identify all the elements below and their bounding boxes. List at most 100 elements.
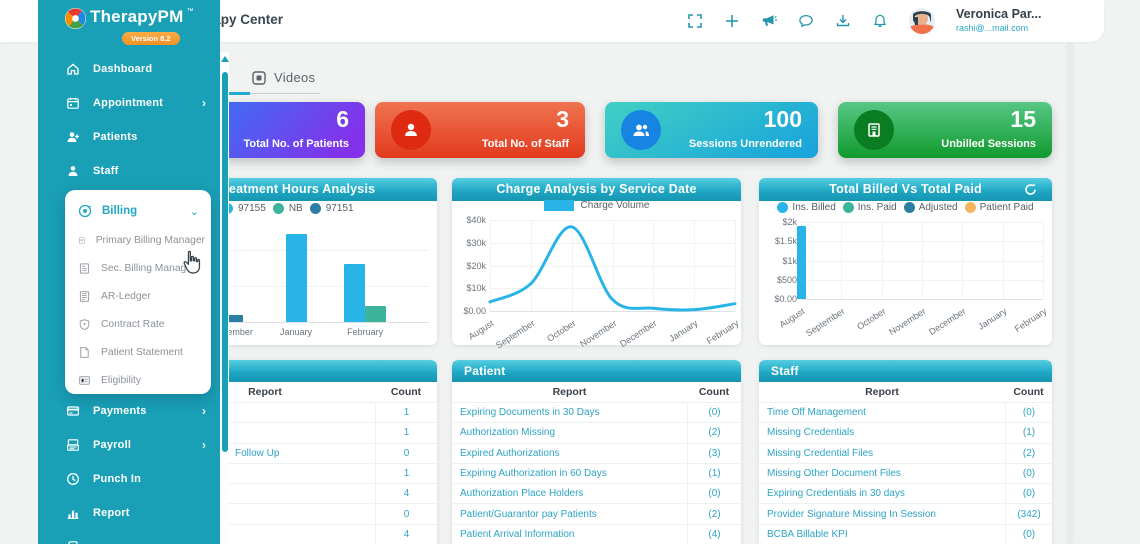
- legend-item-ins-billed[interactable]: Ins. Billed: [777, 202, 836, 213]
- table-row[interactable]: Authorization Missing (2): [452, 422, 741, 443]
- table-head: Report Count: [759, 382, 1052, 402]
- sidebar-item-patient-statement[interactable]: Patient Statement: [65, 338, 211, 366]
- legend-item-patient-paid[interactable]: Patient Paid: [964, 202, 1034, 213]
- report-link[interactable]: Expiring Credentials in 30 days: [759, 488, 1005, 499]
- table-row[interactable]: Missing Other Document Files (0): [759, 462, 1052, 484]
- gridline: [922, 222, 923, 299]
- sidebar-item-payroll[interactable]: Payroll ›: [38, 428, 220, 462]
- sidebar-item-appointment[interactable]: Appointment ›: [38, 86, 220, 120]
- stat-value: 15: [1010, 106, 1036, 132]
- report-count: (0): [1005, 463, 1052, 484]
- chevron-right-icon: ›: [202, 96, 206, 110]
- report-link[interactable]: Time Off Management: [759, 407, 1005, 418]
- sidebar-item-label: Punch In: [93, 473, 142, 485]
- app-logo[interactable]: TherapyPM ™: [64, 7, 193, 30]
- sidebar-item-contract-rate[interactable]: Contract Rate: [65, 310, 211, 338]
- legend-item-ins-paid[interactable]: Ins. Paid: [842, 202, 897, 213]
- table-row[interactable]: Provider Signature Missing In Session (34…: [759, 503, 1052, 524]
- table-row[interactable]: Missing Credentials (1): [759, 422, 1052, 443]
- sidebar-item-patients[interactable]: Patients: [38, 120, 220, 154]
- sidebar-subitem-label: Sec. Billing Manager: [101, 262, 196, 274]
- sidebar-item-payments[interactable]: Payments ›: [38, 394, 220, 428]
- report-count: (3): [687, 443, 741, 463]
- logo-tm: ™: [186, 8, 194, 15]
- sidebar-item-primary-billing-manager[interactable]: Primary Billing Manager: [65, 226, 211, 254]
- sidebar-item-ar-ledger[interactable]: AR-Ledger: [65, 282, 211, 310]
- table-row[interactable]: Expired Authorizations (3): [452, 442, 741, 463]
- sidebar-scrollbar-thumb[interactable]: [221, 72, 228, 452]
- table-row[interactable]: Authorization Place Holders (0): [452, 483, 741, 504]
- report-count: (0): [1005, 484, 1052, 504]
- report-link[interactable]: BCBA Billable KPI: [759, 529, 1005, 540]
- legend-label: Ins. Paid: [857, 202, 897, 213]
- legend-dot-icon: [309, 203, 321, 214]
- report-link[interactable]: Authorization Place Holders: [452, 488, 687, 499]
- table-row[interactable]: Patient/Guarantor pay Patients (2): [452, 503, 741, 524]
- legend-dot-icon: [842, 202, 854, 213]
- sidebar-item-item[interactable]: [38, 530, 220, 544]
- report-link[interactable]: Missing Credentials: [759, 427, 1005, 438]
- table-row[interactable]: Expiring Authorization in 60 Days (1): [452, 462, 741, 484]
- chart-legend: 97155 NB 97151: [222, 203, 354, 214]
- billing-icon: [78, 204, 92, 218]
- sidebar-subitem-label: AR-Ledger: [101, 290, 151, 302]
- sidebar-item-punch-in[interactable]: Punch In: [38, 462, 220, 496]
- scroll-up-arrow-icon[interactable]: [220, 56, 229, 62]
- gridline: [801, 299, 1043, 300]
- sidebar-item-staff[interactable]: Staff: [38, 154, 220, 188]
- sidebar-item-billing[interactable]: Billing ⌄: [65, 196, 211, 226]
- sidebar-item-label: Payroll: [93, 439, 132, 451]
- report-link[interactable]: Authorization Missing: [452, 427, 687, 438]
- plus-icon[interactable]: [724, 13, 740, 29]
- user-info[interactable]: Veronica Par... rashi@...mail.com: [956, 7, 1060, 34]
- report-link[interactable]: Provider Signature Missing In Session: [759, 509, 1005, 520]
- stat-card-total-staff[interactable]: 3 Total No. of Staff: [375, 102, 585, 158]
- gridline: [841, 222, 843, 299]
- bell-icon[interactable]: [872, 13, 888, 29]
- fullscreen-icon[interactable]: [687, 13, 703, 29]
- report-link[interactable]: Missing Credential Files: [759, 448, 1005, 459]
- table-row[interactable]: Expiring Documents in 30 Days (0): [452, 402, 741, 423]
- sidebar-item-sec-billing-manager[interactable]: Sec. Billing Manager: [65, 254, 211, 282]
- sidebar-subitem-label: Contract Rate: [101, 318, 165, 330]
- avatar[interactable]: [909, 8, 935, 34]
- report-link[interactable]: Expiring Documents in 30 Days: [452, 407, 687, 418]
- bar-ins-billed-august: [796, 225, 806, 299]
- chat-icon[interactable]: [798, 13, 814, 29]
- sidebar-item-dashboard[interactable]: Dashboard: [38, 52, 220, 86]
- legend-item-97151[interactable]: 97151: [309, 203, 354, 214]
- download-icon[interactable]: [835, 13, 851, 29]
- sidebar-item-report[interactable]: Report: [38, 496, 220, 530]
- megaphone-icon[interactable]: [761, 13, 777, 29]
- logo-text: TherapyPM: [90, 7, 184, 26]
- y-tick-label: $0.00: [774, 294, 797, 304]
- user-email: rashi@...mail.com: [956, 22, 1029, 33]
- panel-billed-vs-paid: Total Billed Vs Total Paid Ins. Billed In…: [759, 178, 1052, 345]
- report-count: (2): [1005, 443, 1052, 463]
- report-link[interactable]: Expired Authorizations: [452, 448, 687, 459]
- main-scrollbar[interactable]: [1066, 42, 1074, 544]
- report-link[interactable]: Expiring Authorization in 60 Days: [452, 468, 687, 479]
- legend-item-nb[interactable]: NB: [272, 203, 303, 214]
- table-row[interactable]: Patient Arrival Information (4): [452, 523, 741, 544]
- report-link[interactable]: Missing Other Document Files: [759, 468, 1005, 479]
- table-row[interactable]: Missing Credential Files (2): [759, 442, 1052, 463]
- table-row[interactable]: Expiring Credentials in 30 days (0): [759, 483, 1052, 504]
- stat-card-sessions-unrendered[interactable]: 100 Sessions Unrendered: [605, 102, 818, 158]
- report-link[interactable]: Patient Arrival Information: [452, 529, 687, 540]
- report-link[interactable]: Patient/Guarantor pay Patients: [452, 509, 687, 520]
- contract-rate-icon: [79, 318, 90, 330]
- staff-icon: [68, 166, 78, 176]
- sidebar-scrollbar: [220, 52, 229, 544]
- sidebar-item-label: Payments: [93, 405, 147, 417]
- stat-card-unbilled-sessions[interactable]: 15 Unbilled Sessions: [838, 102, 1052, 158]
- payroll-icon: [67, 439, 80, 451]
- table-row[interactable]: Time Off Management (0): [759, 402, 1052, 423]
- tab-videos-label: Videos: [274, 70, 316, 85]
- report-count: 4: [375, 524, 437, 544]
- tab-videos[interactable]: Videos: [252, 70, 315, 85]
- table-row[interactable]: BCBA Billable KPI (0): [759, 523, 1052, 544]
- stat-value: 6: [336, 106, 349, 132]
- sidebar-item-eligibility[interactable]: Eligibility: [65, 366, 211, 394]
- legend-item-adjusted[interactable]: Adjusted: [903, 202, 958, 213]
